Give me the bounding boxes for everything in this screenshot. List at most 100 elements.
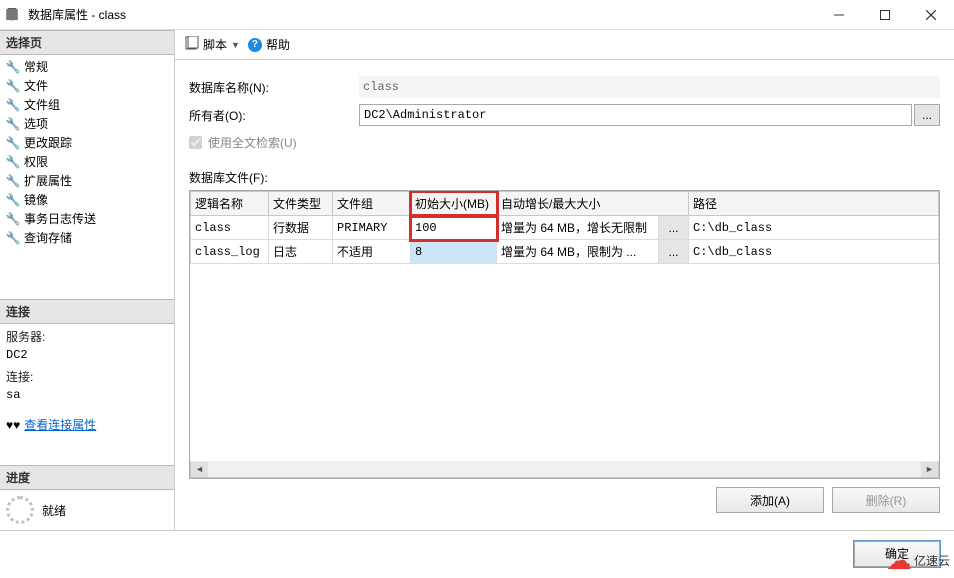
cell-name[interactable]: class (191, 216, 269, 240)
properties-icon: ♥♥ (6, 418, 20, 432)
page-label: 常规 (24, 58, 48, 75)
col-autogrowth[interactable]: 自动增长/最大大小 (497, 192, 689, 216)
wrench-icon: 🔧 (6, 212, 20, 226)
table-row[interactable]: class_log 日志 不适用 8 增量为 64 MB，限制为 ... ...… (191, 240, 939, 264)
dbname-label: 数据库名称(N): (189, 79, 359, 96)
fulltext-label: 使用全文检索(U) (208, 134, 297, 151)
cell-size[interactable]: 100 (411, 216, 497, 240)
cell-path[interactable]: C:\db_class (689, 240, 939, 264)
owner-label: 所有者(O): (189, 107, 359, 124)
col-path[interactable]: 路径 (689, 192, 939, 216)
cell-size[interactable]: 8 (411, 240, 497, 264)
cell-path[interactable]: C:\db_class (689, 216, 939, 240)
chevron-down-icon: ▼ (231, 40, 240, 50)
cell-growth[interactable]: 增量为 64 MB，增长无限制 (497, 216, 659, 240)
content-area: 数据库名称(N): 所有者(O): ... 使用全文检索(U) 数据库文件(F)… (175, 60, 954, 530)
dbname-field (359, 76, 940, 98)
progress-status: 就绪 (42, 502, 66, 519)
spinner-icon (6, 496, 34, 524)
title-bar: 数据库属性 - class (0, 0, 954, 30)
conn-value: sa (6, 386, 168, 404)
minimize-button[interactable] (816, 0, 862, 30)
page-label: 扩展属性 (24, 172, 72, 189)
growth-edit-button[interactable]: ... (659, 240, 689, 264)
col-initial-size[interactable]: 初始大小(MB) (411, 192, 497, 216)
page-label: 文件 (24, 77, 48, 94)
page-item-general[interactable]: 🔧 常规 (0, 57, 174, 76)
maximize-button[interactable] (862, 0, 908, 30)
script-button[interactable]: 脚本 ▼ (185, 36, 240, 53)
cell-name[interactable]: class_log (191, 240, 269, 264)
grid-header-row: 逻辑名称 文件类型 文件组 初始大小(MB) 自动增长/最大大小 路径 (191, 192, 939, 216)
growth-edit-button[interactable]: ... (659, 216, 689, 240)
fulltext-checkbox (189, 136, 202, 149)
scroll-right-icon[interactable]: ► (921, 462, 938, 477)
view-conn-link[interactable]: 查看连接属性 (24, 416, 96, 433)
help-button[interactable]: ? 帮助 (248, 36, 290, 53)
table-row[interactable]: class 行数据 PRIMARY 100 增量为 64 MB，增长无限制 ..… (191, 216, 939, 240)
owner-browse-button[interactable]: ... (914, 104, 940, 126)
server-value: DC2 (6, 346, 168, 364)
page-item-extprops[interactable]: 🔧 扩展属性 (0, 171, 174, 190)
progress-block: 就绪 (0, 490, 174, 530)
page-item-logshipping[interactable]: 🔧 事务日志传送 (0, 209, 174, 228)
page-item-querystore[interactable]: 🔧 查询存储 (0, 228, 174, 247)
wrench-icon: 🔧 (6, 193, 20, 207)
scroll-left-icon[interactable]: ◄ (191, 462, 208, 477)
server-label: 服务器: (6, 328, 168, 346)
app-icon (0, 8, 24, 22)
owner-field[interactable] (359, 104, 912, 126)
files-label: 数据库文件(F): (189, 169, 940, 186)
wrench-icon: 🔧 (6, 117, 20, 131)
page-item-files[interactable]: 🔧 文件 (0, 76, 174, 95)
conn-label: 连接: (6, 368, 168, 386)
page-label: 选项 (24, 115, 48, 132)
progress-header: 进度 (0, 465, 174, 490)
wrench-icon: 🔧 (6, 79, 20, 93)
page-item-mirroring[interactable]: 🔧 镜像 (0, 190, 174, 209)
script-label: 脚本 (203, 36, 227, 53)
page-label: 权限 (24, 153, 48, 170)
wrench-icon: 🔧 (6, 136, 20, 150)
connection-info: 服务器: DC2 连接: sa (0, 324, 174, 414)
col-file-type[interactable]: 文件类型 (269, 192, 333, 216)
wrench-icon: 🔧 (6, 60, 20, 74)
connection-header: 连接 (0, 299, 174, 324)
toolbar: 脚本 ▼ ? 帮助 (175, 30, 954, 60)
cell-fgroup[interactable]: 不适用 (333, 240, 411, 264)
page-item-options[interactable]: 🔧 选项 (0, 114, 174, 133)
remove-button: 删除(R) (832, 487, 940, 513)
grid-h-scrollbar[interactable]: ◄ ► (190, 461, 939, 478)
page-item-filegroups[interactable]: 🔧 文件组 (0, 95, 174, 114)
add-button[interactable]: 添加(A) (716, 487, 824, 513)
help-icon: ? (248, 38, 262, 52)
page-label: 镜像 (24, 191, 48, 208)
col-logical-name[interactable]: 逻辑名称 (191, 192, 269, 216)
dialog-footer: 确定 (0, 530, 954, 576)
fulltext-checkbox-row: 使用全文检索(U) (189, 134, 940, 151)
close-button[interactable] (908, 0, 954, 30)
col-filegroup[interactable]: 文件组 (333, 192, 411, 216)
page-label: 文件组 (24, 96, 60, 113)
select-page-header: 选择页 (0, 30, 174, 55)
main-panel: 脚本 ▼ ? 帮助 数据库名称(N): 所有者(O): ... 使用全文检索(U… (175, 30, 954, 530)
page-item-permissions[interactable]: 🔧 权限 (0, 152, 174, 171)
page-list: 🔧 常规 🔧 文件 🔧 文件组 🔧 选项 🔧更改跟踪 🔧 权限 🔧 扩展属性 🔧 镜像 🔧 事务… (0, 55, 174, 255)
page-label: 事务日志传送 (24, 210, 96, 227)
cell-ftype[interactable]: 日志 (269, 240, 333, 264)
page-label: 查询存储 (24, 229, 72, 246)
wrench-icon: 🔧 (6, 155, 20, 169)
page-item-changetracking[interactable]: 🔧更改跟踪 (0, 133, 174, 152)
wrench-icon: 🔧 (6, 98, 20, 112)
cell-ftype[interactable]: 行数据 (269, 216, 333, 240)
wrench-icon: 🔧 (6, 174, 20, 188)
cell-growth[interactable]: 增量为 64 MB，限制为 ... (497, 240, 659, 264)
ok-button[interactable]: 确定 (854, 541, 940, 567)
sidebar: 选择页 🔧 常规 🔧 文件 🔧 文件组 🔧 选项 🔧更改跟踪 🔧 权限 🔧 扩展属性 🔧 镜像… (0, 30, 175, 530)
files-grid[interactable]: 逻辑名称 文件类型 文件组 初始大小(MB) 自动增长/最大大小 路径 clas… (189, 190, 940, 479)
cell-fgroup[interactable]: PRIMARY (333, 216, 411, 240)
window-title: 数据库属性 - class (24, 6, 816, 23)
wrench-icon: 🔧 (6, 231, 20, 245)
help-label: 帮助 (266, 36, 290, 53)
view-connection-properties[interactable]: ♥♥ 查看连接属性 (0, 414, 174, 435)
